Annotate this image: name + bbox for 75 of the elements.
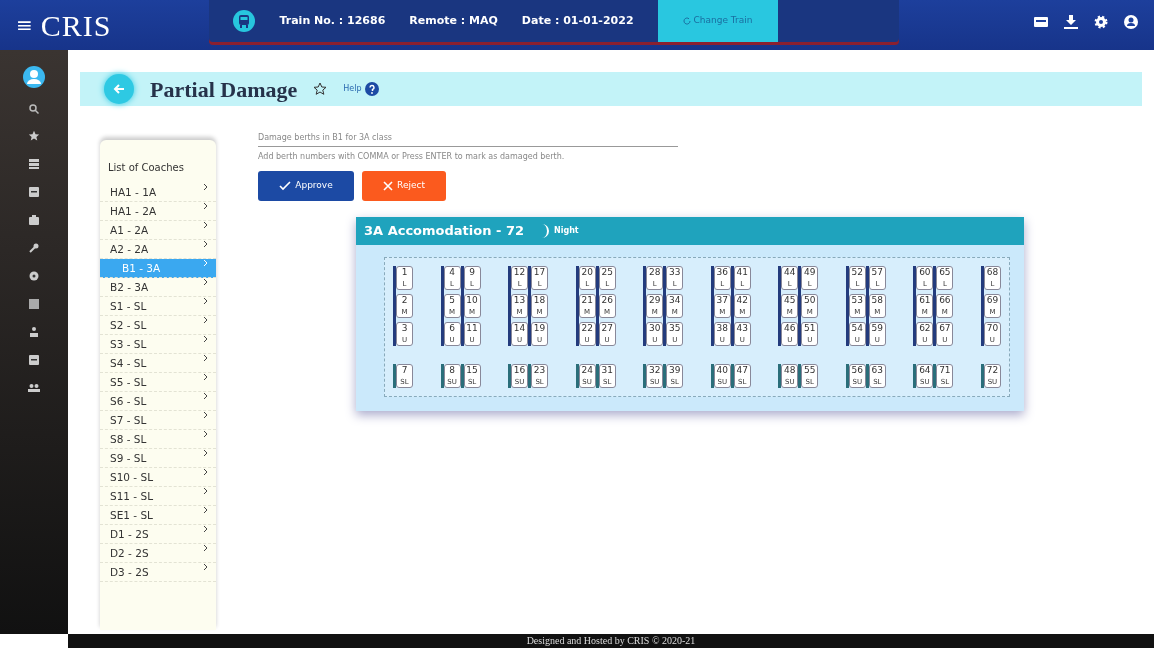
chevron-icon [203, 506, 208, 514]
card-icon[interactable] [1034, 16, 1048, 28]
coach-item[interactable]: A1 - 2A [100, 221, 216, 240]
chevron-icon [203, 259, 208, 267]
list-heading: List of Coaches [107, 161, 185, 175]
chevron-icon [203, 278, 208, 286]
chevron-icon [203, 373, 208, 381]
coach-item[interactable]: S1 - SL [100, 297, 216, 316]
field-hint: Add berth numbers with COMMA or Press ENTER to mark as damaged berth. [258, 151, 566, 163]
coach-item[interactable]: SE1 - SL [100, 506, 216, 525]
coach-item[interactable]: HA1 - 2A [100, 202, 216, 221]
chevron-icon [203, 449, 208, 457]
mode-label: Night [554, 225, 579, 237]
approve-button[interactable]: Approve [258, 171, 354, 201]
search-icon[interactable] [29, 104, 39, 114]
coach-item[interactable]: B2 - 3A [100, 278, 216, 297]
download-icon[interactable] [1064, 15, 1078, 29]
briefcase-icon[interactable] [28, 214, 40, 226]
chevron-icon [203, 221, 208, 229]
damage-berths-field[interactable]: Damage berths in B1 for 3A class [258, 130, 678, 147]
footer-text: Designed and Hosted by CRIS © 2020-21 [68, 634, 1154, 648]
journey-date: Date : 01-01-2022 [521, 12, 634, 29]
document-icon[interactable] [28, 354, 40, 366]
chevron-icon [203, 468, 208, 476]
list-icon[interactable] [28, 158, 40, 170]
coach-item[interactable]: S11 - SL [100, 487, 216, 506]
chevron-icon [203, 487, 208, 495]
chevron-icon [203, 354, 208, 362]
coach-item[interactable]: D3 - 2S [100, 563, 216, 582]
user-icon[interactable] [1124, 15, 1138, 29]
refresh-icon [682, 16, 691, 25]
arrow-icon [113, 83, 125, 95]
remote-station: Remote : MAQ [409, 12, 498, 29]
star-icon[interactable] [313, 82, 328, 96]
person-icon[interactable] [28, 326, 40, 338]
coach-item[interactable]: HA1 - 1A [100, 183, 216, 202]
chevron-icon [203, 525, 208, 533]
coach-item[interactable]: S2 - SL [100, 316, 216, 335]
chevron-icon [203, 316, 208, 324]
train-number: Train No. : 12686 [279, 12, 386, 29]
group-icon[interactable] [28, 382, 40, 394]
chevron-icon [203, 183, 208, 191]
coach-item[interactable]: S7 - SL [100, 411, 216, 430]
coach-item[interactable]: S8 - SL [100, 430, 216, 449]
coach-item[interactable]: D1 - 2S [100, 525, 216, 544]
chevron-icon [203, 335, 208, 343]
wrench-icon[interactable] [28, 242, 40, 254]
coach-item[interactable]: S10 - SL [100, 468, 216, 487]
chevron-icon [203, 430, 208, 438]
help-link[interactable]: Help [343, 82, 380, 96]
chevron-icon [203, 202, 208, 210]
chevron-icon [203, 297, 208, 305]
star-icon[interactable] [28, 130, 40, 142]
chevron-icon [203, 240, 208, 248]
chevron-icon [203, 563, 208, 571]
close-icon [383, 181, 394, 191]
train-icon [233, 10, 256, 32]
help-icon [365, 82, 380, 96]
chevron-icon [203, 411, 208, 419]
user-icon[interactable] [23, 66, 45, 88]
settings-icon[interactable] [1094, 15, 1108, 29]
document-icon[interactable] [28, 186, 40, 198]
coach-item[interactable]: S3 - SL [100, 335, 216, 354]
coach-item[interactable]: S9 - SL [100, 449, 216, 468]
check-icon [279, 181, 292, 191]
page-title: Partial Damage [150, 75, 298, 104]
chevron-icon [203, 392, 208, 400]
menu-icon[interactable]: ≡ [16, 10, 33, 40]
chevron-icon [203, 544, 208, 552]
panel-title: 3A Accomodation - 72 [364, 222, 524, 241]
coach-item[interactable]: S5 - SL [100, 373, 216, 392]
coach-item[interactable]: D2 - 2S [100, 544, 216, 563]
coach-item[interactable]: S6 - SL [100, 392, 216, 411]
coach-item[interactable]: S4 - SL [100, 354, 216, 373]
app-logo: CRIS [40, 7, 112, 44]
